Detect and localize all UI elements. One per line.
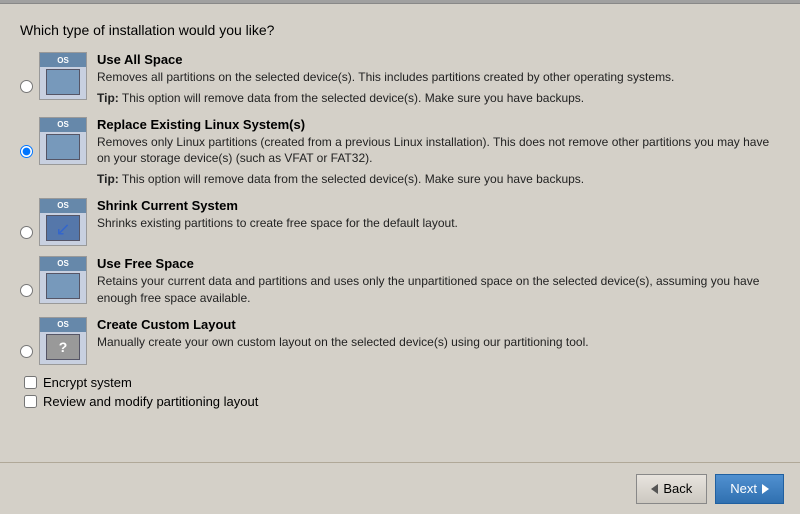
option-desc-use-free-space: Retains your current data and partitions… — [97, 273, 780, 307]
option-desc-create-custom: Manually create your own custom layout o… — [97, 334, 780, 351]
checkbox-encrypt-system[interactable] — [24, 376, 37, 389]
checkbox-row-encrypt: Encrypt system — [24, 375, 780, 390]
option-text-create-custom: Create Custom Layout Manually create you… — [97, 317, 780, 351]
disk-3: ↙ — [46, 215, 80, 241]
os-bar-3: OS — [40, 199, 86, 213]
radio-shrink-current[interactable] — [20, 226, 33, 239]
option-desc-shrink-current: Shrinks existing partitions to create fr… — [97, 215, 780, 232]
label-review-layout[interactable]: Review and modify partitioning layout — [43, 394, 258, 409]
option-replace-existing: OS Replace Existing Linux System(s) Remo… — [20, 117, 780, 188]
option-label-create-custom[interactable]: Create Custom Layout — [97, 317, 780, 332]
option-label-shrink-current[interactable]: Shrink Current System — [97, 198, 780, 213]
next-arrow-icon — [762, 484, 769, 494]
os-bar-5: OS — [40, 318, 86, 332]
back-arrow-icon — [651, 484, 658, 494]
next-label: Next — [730, 481, 757, 496]
radio-shrink-current-wrap[interactable] — [20, 226, 33, 242]
os-bar-2: OS — [40, 118, 86, 132]
page-title: Which type of installation would you lik… — [20, 22, 780, 38]
icon-replace-existing: OS — [39, 117, 87, 165]
checkbox-review-layout[interactable] — [24, 395, 37, 408]
back-button[interactable]: Back — [636, 474, 707, 504]
checkbox-row-review: Review and modify partitioning layout — [24, 394, 780, 409]
radio-create-custom-wrap[interactable] — [20, 345, 33, 361]
option-text-use-free-space: Use Free Space Retains your current data… — [97, 256, 780, 307]
option-text-shrink-current: Shrink Current System Shrinks existing p… — [97, 198, 780, 232]
disk-4 — [46, 273, 80, 299]
option-text-use-all-space: Use All Space Removes all partitions on … — [97, 52, 780, 107]
option-tip-use-all-space: Tip: This option will remove data from t… — [97, 90, 780, 107]
icon-use-free-space: OS — [39, 256, 87, 304]
os-bar-4: OS — [40, 257, 86, 271]
disk-2 — [46, 134, 80, 160]
os-bar-1: OS — [40, 53, 86, 67]
radio-use-free-space-wrap[interactable] — [20, 284, 33, 300]
icon-shrink-current: OS ↙ — [39, 198, 87, 246]
checkboxes-section: Encrypt system Review and modify partiti… — [24, 375, 780, 409]
option-use-free-space: OS Use Free Space Retains your current d… — [20, 256, 780, 307]
icon-create-custom: OS ? — [39, 317, 87, 365]
radio-use-free-space[interactable] — [20, 284, 33, 297]
radio-use-all-space-wrap[interactable] — [20, 80, 33, 96]
option-use-all-space: OS Use All Space Removes all partitions … — [20, 52, 780, 107]
option-desc-use-all-space: Removes all partitions on the selected d… — [97, 69, 780, 86]
radio-replace-existing-wrap[interactable] — [20, 145, 33, 161]
option-desc-replace-existing: Removes only Linux partitions (created f… — [97, 134, 780, 168]
disk-1 — [46, 69, 80, 95]
option-shrink-current: OS ↙ Shrink Current System Shrinks exist… — [20, 198, 780, 246]
option-create-custom: OS ? Create Custom Layout Manually creat… — [20, 317, 780, 365]
option-label-use-free-space[interactable]: Use Free Space — [97, 256, 780, 271]
label-encrypt-system[interactable]: Encrypt system — [43, 375, 132, 390]
main-content: Which type of installation would you lik… — [0, 4, 800, 462]
option-label-replace-existing[interactable]: Replace Existing Linux System(s) — [97, 117, 780, 132]
back-label: Back — [663, 481, 692, 496]
radio-use-all-space[interactable] — [20, 80, 33, 93]
option-text-replace-existing: Replace Existing Linux System(s) Removes… — [97, 117, 780, 188]
option-label-use-all-space[interactable]: Use All Space — [97, 52, 780, 67]
next-button[interactable]: Next — [715, 474, 784, 504]
radio-create-custom[interactable] — [20, 345, 33, 358]
shrink-arrow-icon: ↙ — [55, 219, 70, 240]
icon-use-all-space: OS — [39, 52, 87, 100]
radio-replace-existing[interactable] — [20, 145, 33, 158]
footer: Back Next — [0, 462, 800, 514]
option-tip-replace-existing: Tip: This option will remove data from t… — [97, 171, 780, 188]
disk-5: ? — [46, 334, 80, 360]
